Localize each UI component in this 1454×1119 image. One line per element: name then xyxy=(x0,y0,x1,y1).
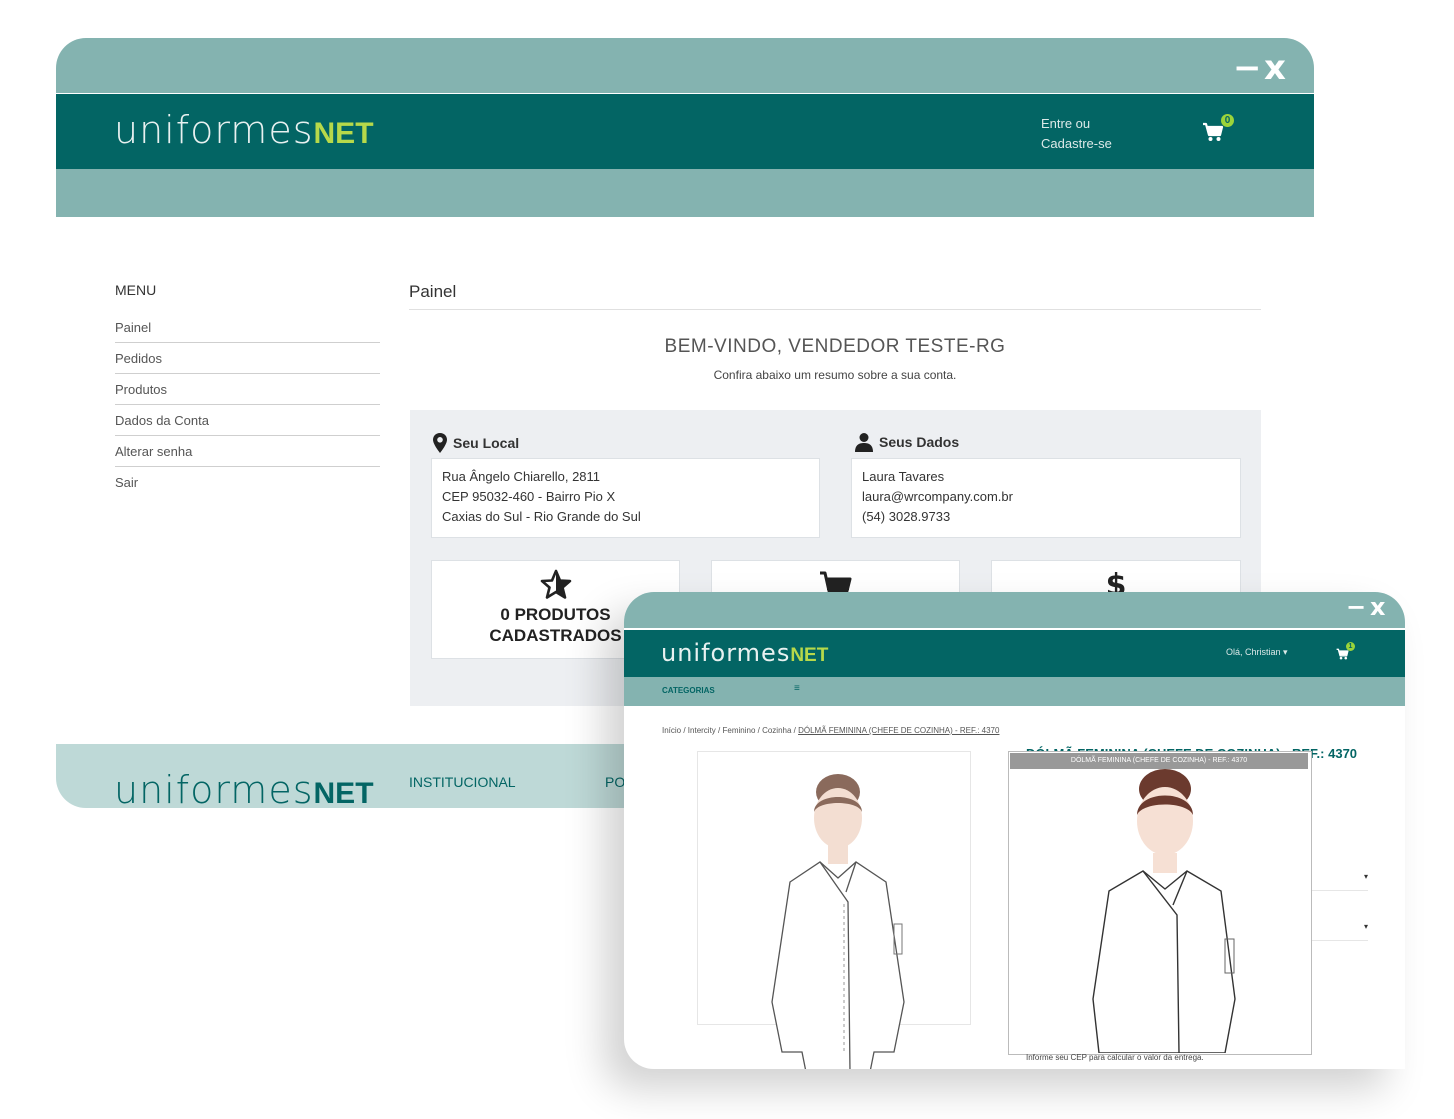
user-menu-toggle[interactable]: Olá, Christian ▾ xyxy=(1226,647,1288,658)
site-header: uniformesNET Entre ou Cadastre-se 0 xyxy=(56,94,1314,169)
minimize-button[interactable]: − xyxy=(1346,593,1366,621)
breadcrumb-current: DÓLMÃ FEMININA (CHEFE DE COZINHA) - REF.… xyxy=(798,726,1000,735)
zoom-popup: DÓLMÃ FEMININA (CHEFE DE COZINHA) - REF.… xyxy=(1008,751,1312,1055)
window-titlebar xyxy=(56,38,1314,93)
welcome-heading: BEM-VINDO, VENDEDOR TESTE-RG xyxy=(664,336,1006,357)
title-divider xyxy=(409,309,1261,310)
cart-count-badge: 0 xyxy=(1221,114,1234,127)
star-icon xyxy=(540,569,571,599)
footer-link-institucional[interactable]: INSTITUCIONAL xyxy=(409,774,516,790)
menu-item-pedidos[interactable]: Pedidos xyxy=(115,344,380,374)
breadcrumb: Início / Intercity / Feminino / Cozinha … xyxy=(662,726,1000,735)
map-pin-icon xyxy=(433,433,447,453)
chef-jacket-zoomed xyxy=(1092,769,1236,1053)
cep-instruction: Informe seu CEP para calcular o valor da… xyxy=(1026,1053,1204,1062)
categories-bar: CATEGORIAS ≡ xyxy=(624,677,1405,706)
user-icon xyxy=(855,433,873,452)
breadcrumb-item-intercity[interactable]: Intercity xyxy=(688,726,716,735)
footer-logo[interactable]: uniformesNET xyxy=(114,768,374,812)
cep-line: CEP 95032-460 - Bairro Pio X xyxy=(442,489,616,504)
breadcrumb-item-cozinha[interactable]: Cozinha xyxy=(762,726,791,735)
location-label: Seu Local xyxy=(432,432,519,454)
user-email: laura@wrcompany.com.br xyxy=(862,489,1013,504)
size-select[interactable]: ▾ xyxy=(1312,872,1368,891)
personal-data-box: Laura Tavares laura@wrcompany.com.br (54… xyxy=(851,458,1241,538)
zoom-title: DÓLMÃ FEMININA (CHEFE DE COZINHA) - REF.… xyxy=(1010,753,1308,769)
sidebar-menu: Painel Pedidos Produtos Dados da Conta A… xyxy=(115,313,380,498)
cart-button[interactable]: 1 xyxy=(1336,642,1355,665)
nav-bar xyxy=(56,169,1314,217)
window-titlebar xyxy=(624,592,1405,628)
login-link[interactable]: Entre ou Cadastre-se xyxy=(1041,114,1112,154)
quantity-select[interactable]: ▾ xyxy=(1312,922,1368,941)
menu-item-produtos[interactable]: Produtos xyxy=(115,375,380,405)
city-line: Caxias do Sul - Rio Grande do Sul xyxy=(442,509,641,524)
page-title: Painel xyxy=(409,282,457,301)
close-button[interactable]: x xyxy=(1264,48,1286,88)
address-line: Rua Ângelo Chiarello, 2811 xyxy=(442,469,601,484)
user-phone: (54) 3028.9733 xyxy=(862,509,951,524)
menu-title: MENU xyxy=(115,282,157,298)
categories-button[interactable]: CATEGORIAS xyxy=(662,686,715,695)
menu-item-sair[interactable]: Sair xyxy=(115,468,380,497)
location-box: Rua Ângelo Chiarello, 2811 CEP 95032-460… xyxy=(431,458,820,538)
product-image[interactable] xyxy=(697,751,971,1069)
menu-item-dados-da-conta[interactable]: Dados da Conta xyxy=(115,406,380,436)
user-name: Laura Tavares xyxy=(862,469,945,484)
cart-count-badge: 1 xyxy=(1346,642,1355,651)
cart-icon xyxy=(1203,122,1224,141)
minimize-button[interactable]: − xyxy=(1233,48,1262,88)
product-page-window: − x uniformesNET Olá, Christian ▾ 1 CATE… xyxy=(624,592,1405,1069)
site-logo[interactable]: uniformesNET xyxy=(661,639,828,667)
menu-item-painel[interactable]: Painel xyxy=(115,313,380,343)
cart-button[interactable]: 0 xyxy=(1202,114,1234,147)
hamburger-icon[interactable]: ≡ xyxy=(794,683,800,694)
personal-data-label: Seus Dados xyxy=(854,432,959,452)
breadcrumb-item-feminino[interactable]: Feminino xyxy=(722,726,755,735)
site-header: uniformesNET Olá, Christian ▾ 1 xyxy=(624,630,1405,677)
welcome-subtitle: Confira abaixo um resumo sobre a sua con… xyxy=(713,368,957,382)
footer-link-politicas[interactable]: PO xyxy=(605,774,625,790)
chef-jacket-illustration xyxy=(771,774,905,1069)
site-logo[interactable]: uniformesNET xyxy=(114,108,374,153)
breadcrumb-item-inicio[interactable]: Início xyxy=(662,726,681,735)
close-button[interactable]: x xyxy=(1370,593,1385,621)
menu-item-alterar-senha[interactable]: Alterar senha xyxy=(115,437,380,467)
